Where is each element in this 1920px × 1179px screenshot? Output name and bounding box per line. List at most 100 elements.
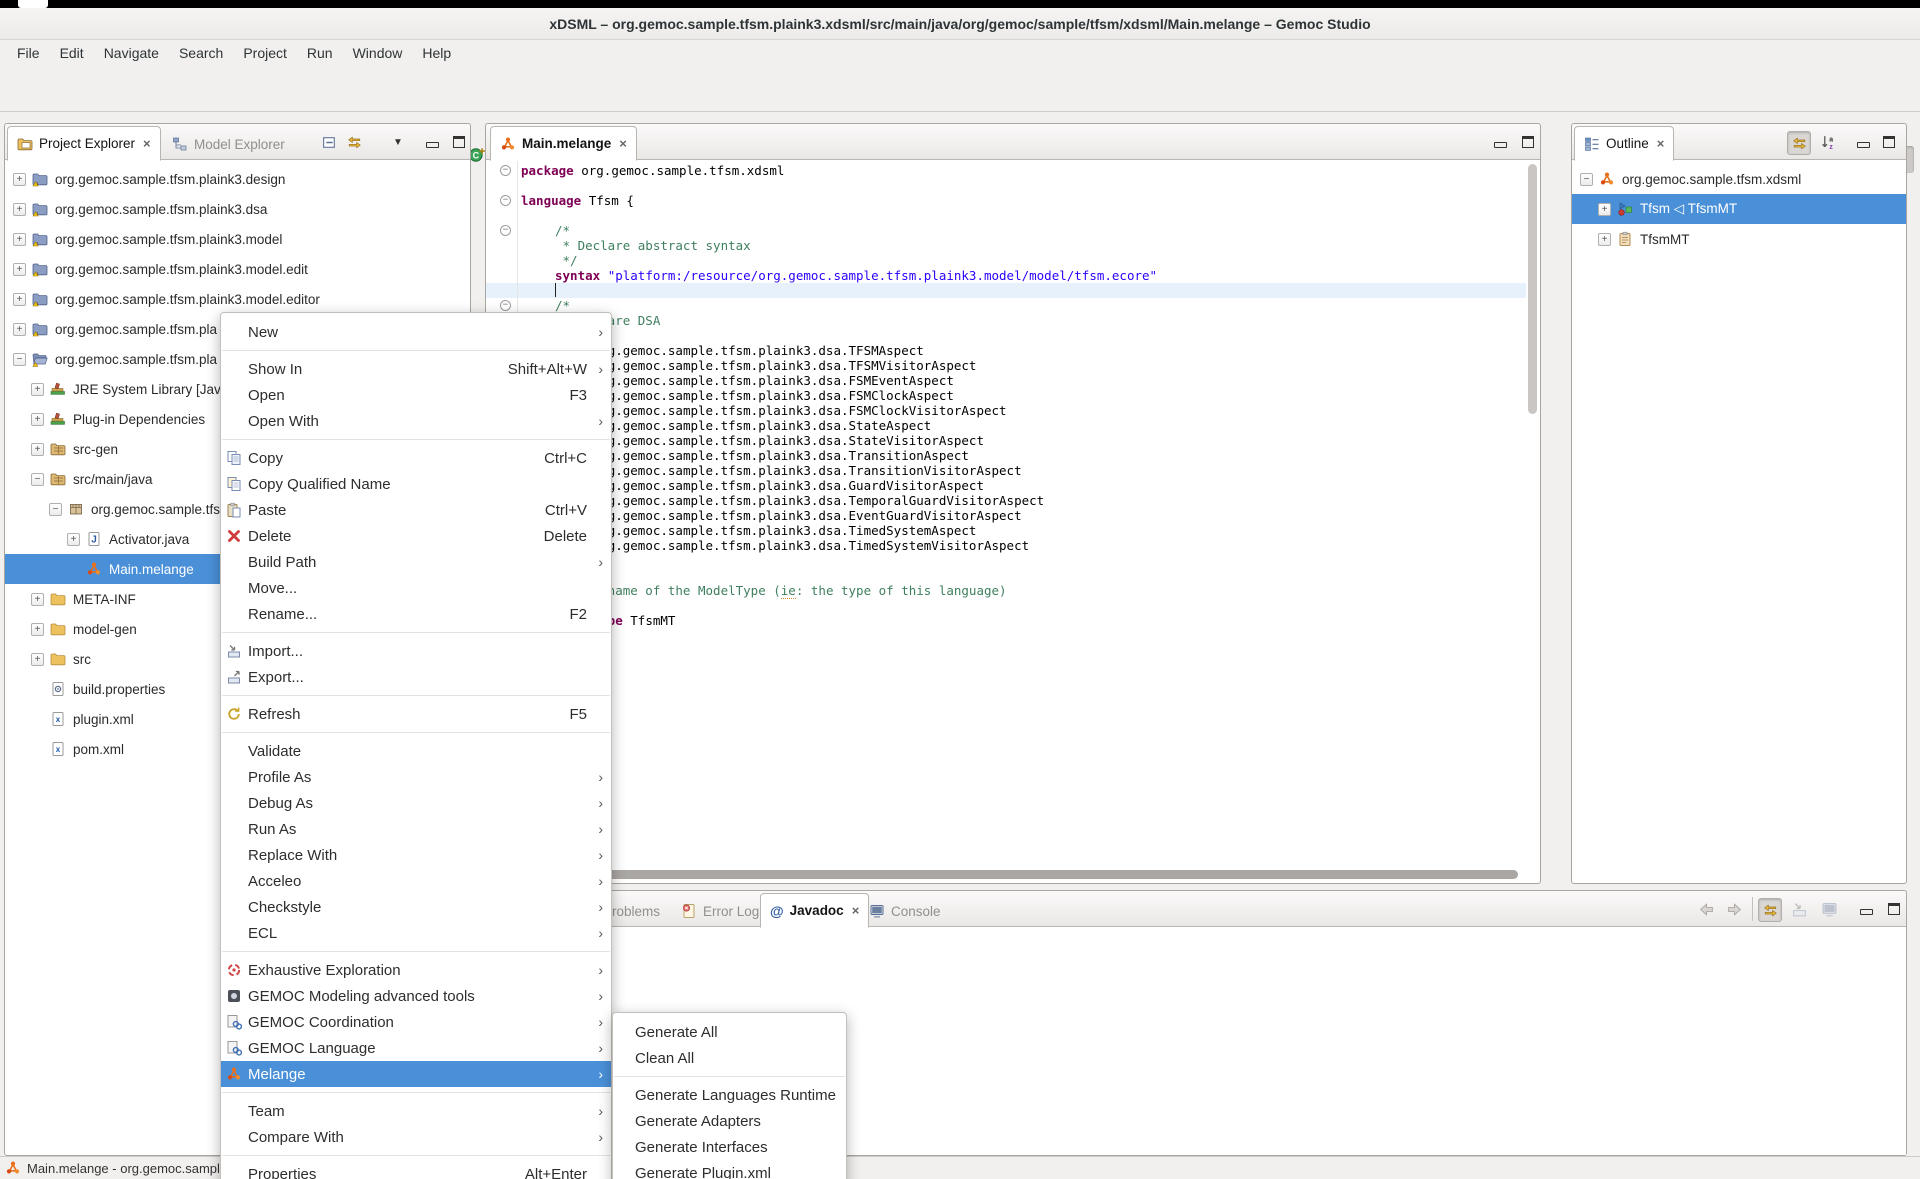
close-icon[interactable]: ×: [143, 136, 151, 151]
menu-item-compare-with[interactable]: Compare With›: [221, 1124, 611, 1150]
menu-item-exhaustive-exploration[interactable]: Exhaustive Exploration›: [221, 957, 611, 983]
menu-item-profile-as[interactable]: Profile As›: [221, 764, 611, 790]
tab-error-log[interactable]: Error Log: [672, 895, 768, 927]
fold-marker-icon[interactable]: −: [500, 225, 511, 236]
copy-qualified-icon: [226, 476, 245, 492]
fold-marker-icon[interactable]: −: [500, 195, 511, 206]
melange-submenu: Generate All Clean All Generate Language…: [612, 1012, 847, 1179]
context-menu: New› Show InShift+Alt+W› OpenF3 Open Wit…: [220, 312, 612, 1179]
outline-item-selected[interactable]: +Tfsm ◁ TfsmMT: [1572, 194, 1906, 224]
submenu-item-generate-plugin-xml[interactable]: Generate Plugin.xml: [613, 1160, 846, 1179]
menu-item-rename[interactable]: Rename...F2: [221, 601, 611, 627]
sort-icon[interactable]: [1820, 134, 1837, 156]
tree-item[interactable]: +org.gemoc.sample.tfsm.plaink3.model.edi…: [5, 254, 470, 284]
menu-item-show-in[interactable]: Show InShift+Alt+W›: [221, 356, 611, 382]
menu-item-new[interactable]: New›: [221, 319, 611, 345]
submenu-item-generate-adapters[interactable]: Generate Adapters: [613, 1108, 846, 1134]
menu-item-acceleo[interactable]: Acceleo›: [221, 868, 611, 894]
maximize-icon[interactable]: [1883, 135, 1895, 153]
submenu-item-clean-all[interactable]: Clean All: [613, 1045, 846, 1071]
menu-item-open[interactable]: OpenF3: [221, 382, 611, 408]
code-line: with org.gemoc.sample.tfsm.plaink3.dsa.T…: [555, 493, 1044, 508]
code-editor[interactable]: − − − − package org.gemoc.sample.tfsm.xd…: [486, 161, 1526, 867]
folder-icon: [50, 591, 66, 607]
maximize-icon[interactable]: [1888, 902, 1900, 920]
menu-help[interactable]: Help: [413, 42, 460, 64]
code-line: with org.gemoc.sample.tfsm.plaink3.dsa.F…: [555, 373, 954, 388]
menu-item-properties[interactable]: PropertiesAlt+Enter: [221, 1161, 611, 1179]
minimize-icon[interactable]: [426, 135, 439, 153]
minimize-icon[interactable]: [1494, 135, 1507, 153]
tree-item[interactable]: +org.gemoc.sample.tfsm.plaink3.dsa: [5, 194, 470, 224]
view-menu-icon[interactable]: ▼: [393, 137, 403, 148]
menu-item-build-path[interactable]: Build Path›: [221, 549, 611, 575]
menu-navigate[interactable]: Navigate: [95, 42, 168, 64]
back-icon[interactable]: [1698, 901, 1715, 923]
import-icon: [226, 643, 245, 659]
close-icon[interactable]: ×: [619, 136, 627, 151]
menu-run[interactable]: Run: [298, 42, 342, 64]
menu-item-melange[interactable]: Melange›: [221, 1061, 611, 1087]
source-folder-icon: [50, 441, 66, 457]
outline-item[interactable]: +TfsmMT: [1572, 224, 1906, 254]
menu-item-ecl[interactable]: ECL›: [221, 920, 611, 946]
tab-model-explorer[interactable]: Model Explorer: [163, 128, 294, 160]
menu-item-import[interactable]: Import...: [221, 638, 611, 664]
submenu-arrow-icon: ›: [587, 1066, 603, 1082]
menu-item-export[interactable]: Export...: [221, 664, 611, 690]
menu-search[interactable]: Search: [170, 42, 232, 64]
menu-item-gemoc-modeling-tools[interactable]: GEMOC Modeling advanced tools›: [221, 983, 611, 1009]
close-icon[interactable]: ×: [1657, 136, 1665, 151]
code-line: */: [555, 253, 578, 268]
menu-item-gemoc-coordination[interactable]: GEMOC Coordination›: [221, 1009, 611, 1035]
project-explorer-icon: [17, 136, 33, 152]
tab-outline[interactable]: Outline ×: [1574, 126, 1674, 161]
minimize-icon[interactable]: [1857, 135, 1870, 153]
menu-item-copy-qualified-name[interactable]: Copy Qualified Name: [221, 471, 611, 497]
submenu-item-generate-interfaces[interactable]: Generate Interfaces: [613, 1134, 846, 1160]
menu-window[interactable]: Window: [344, 42, 412, 64]
menu-item-open-with[interactable]: Open With›: [221, 408, 611, 434]
menu-item-run-as[interactable]: Run As›: [221, 816, 611, 842]
menu-edit[interactable]: Edit: [51, 42, 93, 64]
tab-javadoc[interactable]: @ Javadoc ×: [760, 893, 869, 928]
tab-main-melange[interactable]: Main.melange ×: [490, 126, 637, 161]
menu-project[interactable]: Project: [234, 42, 296, 64]
tree-item[interactable]: +org.gemoc.sample.tfsm.plaink3.design: [5, 164, 470, 194]
collapse-all-icon[interactable]: [321, 134, 338, 156]
fold-marker-icon[interactable]: −: [500, 300, 511, 311]
editor-vertical-scrollbar[interactable]: [1528, 164, 1537, 414]
menu-item-paste[interactable]: PasteCtrl+V: [221, 497, 611, 523]
menu-item-gemoc-language[interactable]: GEMOC Language›: [221, 1035, 611, 1061]
submenu-item-generate-all[interactable]: Generate All: [613, 1019, 846, 1045]
open-console-icon[interactable]: [1821, 901, 1838, 923]
link-with-editor-icon[interactable]: [1758, 898, 1782, 922]
forward-icon[interactable]: [1726, 901, 1743, 923]
editor-horizontal-scrollbar[interactable]: [489, 870, 1518, 879]
tab-console[interactable]: Console: [860, 895, 950, 927]
outline-item[interactable]: −org.gemoc.sample.tfsm.xdsml: [1572, 164, 1906, 194]
fold-marker-icon[interactable]: −: [500, 165, 511, 176]
menu-item-delete[interactable]: DeleteDelete: [221, 523, 611, 549]
menu-item-debug-as[interactable]: Debug As›: [221, 790, 611, 816]
java-file-icon: [86, 531, 102, 547]
link-with-editor-icon[interactable]: [1787, 131, 1811, 155]
tab-project-explorer[interactable]: Project Explorer ×: [7, 126, 161, 161]
menu-item-copy[interactable]: CopyCtrl+C: [221, 445, 611, 471]
submenu-item-generate-languages-runtime[interactable]: Generate Languages Runtime: [613, 1082, 846, 1108]
menu-item-move[interactable]: Move...: [221, 575, 611, 601]
menu-item-checkstyle[interactable]: Checkstyle›: [221, 894, 611, 920]
maximize-icon[interactable]: [1522, 135, 1534, 153]
link-disabled-icon[interactable]: [1791, 901, 1808, 923]
tree-item[interactable]: +org.gemoc.sample.tfsm.plaink3.model: [5, 224, 470, 254]
menu-file[interactable]: File: [8, 42, 49, 64]
link-with-editor-icon[interactable]: [346, 134, 363, 156]
menu-item-validate[interactable]: Validate: [221, 738, 611, 764]
maximize-icon[interactable]: [453, 135, 465, 153]
menu-item-replace-with[interactable]: Replace With›: [221, 842, 611, 868]
menu-item-refresh[interactable]: RefreshF5: [221, 701, 611, 727]
minimize-icon[interactable]: [1860, 902, 1873, 920]
close-icon[interactable]: ×: [852, 903, 860, 918]
tree-item[interactable]: +org.gemoc.sample.tfsm.plaink3.model.edi…: [5, 284, 470, 314]
menu-item-team[interactable]: Team›: [221, 1098, 611, 1124]
